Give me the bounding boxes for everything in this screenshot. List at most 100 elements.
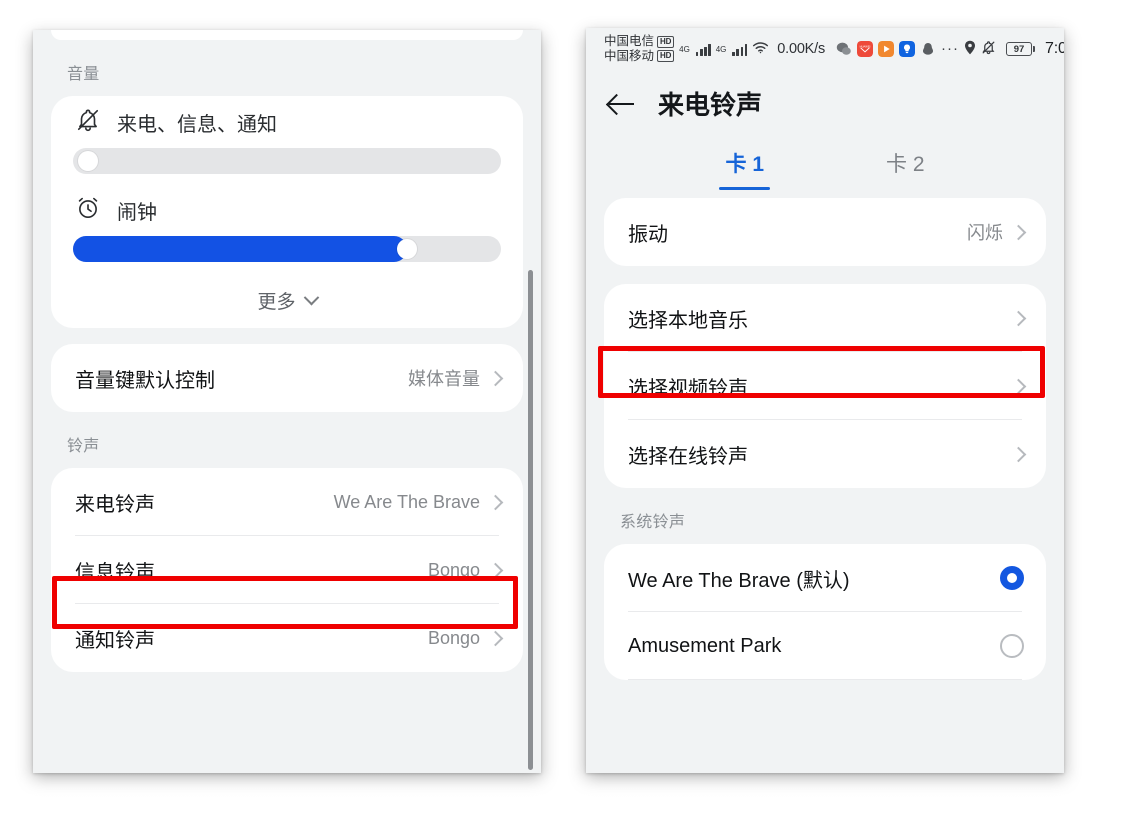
network-type-1-label: 4G (679, 44, 690, 54)
tab-sim-2[interactable]: 卡 2 (880, 144, 931, 190)
carrier-labels: 中国电信 HD 中国移动 HD (604, 34, 675, 64)
row-value: 媒体音量 (408, 369, 480, 389)
battery-cap (1033, 46, 1036, 52)
volume-slider-ring[interactable] (73, 148, 501, 174)
carrier-2-name: 中国移动 (604, 49, 655, 63)
chevron-right-icon (487, 494, 504, 510)
video-play-icon (878, 41, 895, 57)
signal-strength-1-icon (695, 43, 711, 56)
volume-item-alarm-label: 闹钟 (117, 201, 157, 224)
row-title: 选择视频铃声 (628, 377, 748, 400)
battery-percent-label: 97 (1006, 42, 1033, 56)
row-title: 音量键默认控制 (75, 369, 215, 392)
carrier-1: 中国电信 HD (604, 34, 675, 49)
row-volume-key-default[interactable]: 音量键默认控制 媒体音量 (51, 344, 523, 412)
row-value: We Are The Brave (333, 491, 480, 512)
carrier-1-name: 中国电信 (604, 34, 655, 49)
carrier-2-hd-badge: HD (657, 50, 675, 63)
chevron-down-icon (303, 289, 319, 305)
battery-indicator: 97 (1006, 42, 1036, 56)
network-speed-label: 0.00K/s (777, 41, 826, 57)
sim-tabs: 卡 1 卡 2 (586, 136, 1064, 198)
carrier-1-hd-badge: HD (657, 35, 675, 48)
row-title: 选择在线铃声 (628, 445, 748, 468)
row-title: 信息铃声 (75, 561, 155, 584)
back-arrow-icon[interactable] (606, 88, 636, 118)
previous-card-sliver (51, 30, 523, 40)
chevron-right-icon (1010, 310, 1027, 326)
tab-sim-1[interactable]: 卡 1 (719, 144, 770, 190)
row-vibrate[interactable]: 振动 闪烁 (604, 198, 1046, 266)
row-title: Amusement Park (628, 634, 782, 657)
chevron-right-icon (487, 630, 504, 646)
right-phone-panel: 中国电信 HD 中国移动 HD 4G 4G 0.00K/s HUAWEI ···… (586, 28, 1064, 773)
bell-muted-icon (981, 40, 996, 58)
signal-strength-2-icon (732, 43, 748, 56)
status-bar-clock: 7:05 (1045, 40, 1064, 57)
chevron-right-icon (1010, 378, 1027, 394)
chevron-right-icon (1010, 446, 1027, 462)
row-value: 闪烁 (967, 223, 1003, 243)
system-ringtone-section-label: 系统铃声 (620, 514, 686, 531)
row-notification-ringtone[interactable]: 通知铃声 Bongo (51, 604, 523, 672)
volume-card: 来电、信息、通知 闹钟 更多 (51, 96, 523, 328)
wechat-icon (836, 41, 852, 57)
wifi-icon (752, 41, 769, 57)
radio-unselected-icon[interactable] (1000, 634, 1024, 658)
page-title: 来电铃声 (658, 89, 763, 120)
volume-item-ring: 来电、信息、通知 (51, 96, 523, 174)
row-value: Bongo (427, 627, 480, 648)
chevron-right-icon (1010, 224, 1027, 240)
ringtone-source-card: 选择本地音乐 选择视频铃声 选择在线铃声 (604, 284, 1046, 488)
ringtone-card: 来电铃声 We Are The Brave 信息铃声 Bongo 通知铃声 Bo… (51, 468, 523, 672)
chevron-right-icon (487, 370, 504, 386)
lightbulb-icon (899, 41, 916, 57)
volume-item-ring-header: 来电、信息、通知 (73, 96, 501, 148)
network-type-2-label: 4G (715, 44, 727, 54)
system-ringtone-card: We Are The Brave (默认) Amusement Park (604, 544, 1046, 680)
row-system-ringtone-default[interactable]: We Are The Brave (默认) (604, 544, 1046, 612)
volume-item-alarm-header: 闹钟 (73, 184, 501, 236)
volume-item-alarm: 闹钟 (51, 184, 523, 262)
row-message-ringtone[interactable]: 信息铃声 Bongo (51, 536, 523, 604)
volume-slider-alarm-fill (73, 236, 407, 262)
left-phone-panel: 音量 来电、信息、通知 闹钟 更多 音量键默认控制 媒体音量 铃声 来电铃声 W… (33, 30, 541, 773)
svg-text:HUAWEI: HUAWEI (860, 44, 871, 48)
row-select-online-ringtone[interactable]: 选择在线铃声 (604, 420, 1046, 488)
row-call-ringtone[interactable]: 来电铃声 We Are The Brave (51, 468, 523, 536)
row-divider (628, 679, 1022, 680)
carrier-2: 中国移动 HD (604, 49, 675, 64)
more-button[interactable]: 更多 (51, 272, 523, 328)
row-title: 来电铃声 (75, 493, 155, 516)
vibrate-card: 振动 闪烁 (604, 198, 1046, 266)
app-bar: 来电铃声 (586, 70, 1064, 136)
row-title: We Are The Brave (默认) (628, 569, 850, 592)
ringtone-section-label: 铃声 (67, 438, 100, 455)
chevron-right-icon (487, 562, 504, 578)
bell-muted-icon (75, 107, 101, 138)
volume-slider-alarm[interactable] (73, 236, 501, 262)
row-system-ringtone-amusement-park[interactable]: Amusement Park (604, 612, 1046, 680)
row-select-video-ringtone[interactable]: 选择视频铃声 (604, 352, 1046, 420)
row-title: 振动 (628, 223, 668, 246)
status-bar: 中国电信 HD 中国移动 HD 4G 4G 0.00K/s HUAWEI ···… (586, 28, 1064, 70)
radio-selected-icon[interactable] (1000, 566, 1024, 590)
row-value: Bongo (427, 559, 480, 580)
row-title: 选择本地音乐 (628, 309, 748, 332)
volume-key-card: 音量键默认控制 媒体音量 (51, 344, 523, 412)
location-icon (964, 40, 976, 58)
volume-item-ring-label: 来电、信息、通知 (117, 113, 277, 136)
screenshot-stage: 音量 来电、信息、通知 闹钟 更多 音量键默认控制 媒体音量 铃声 来电铃声 W… (0, 0, 1145, 838)
volume-slider-alarm-knob[interactable] (396, 239, 417, 259)
huawei-icon: HUAWEI (857, 41, 874, 57)
left-phone-scrollbar[interactable] (528, 270, 533, 770)
alarm-clock-icon (75, 195, 101, 226)
qq-penguin-icon (920, 41, 936, 57)
more-dots-icon: ··· (941, 40, 960, 57)
row-title: 通知铃声 (75, 629, 155, 652)
row-select-local-music[interactable]: 选择本地音乐 (604, 284, 1046, 352)
status-tray-icons: HUAWEI ··· (836, 40, 996, 58)
more-label: 更多 (257, 291, 296, 313)
volume-section-label: 音量 (67, 66, 100, 83)
volume-slider-ring-knob[interactable] (78, 151, 98, 171)
